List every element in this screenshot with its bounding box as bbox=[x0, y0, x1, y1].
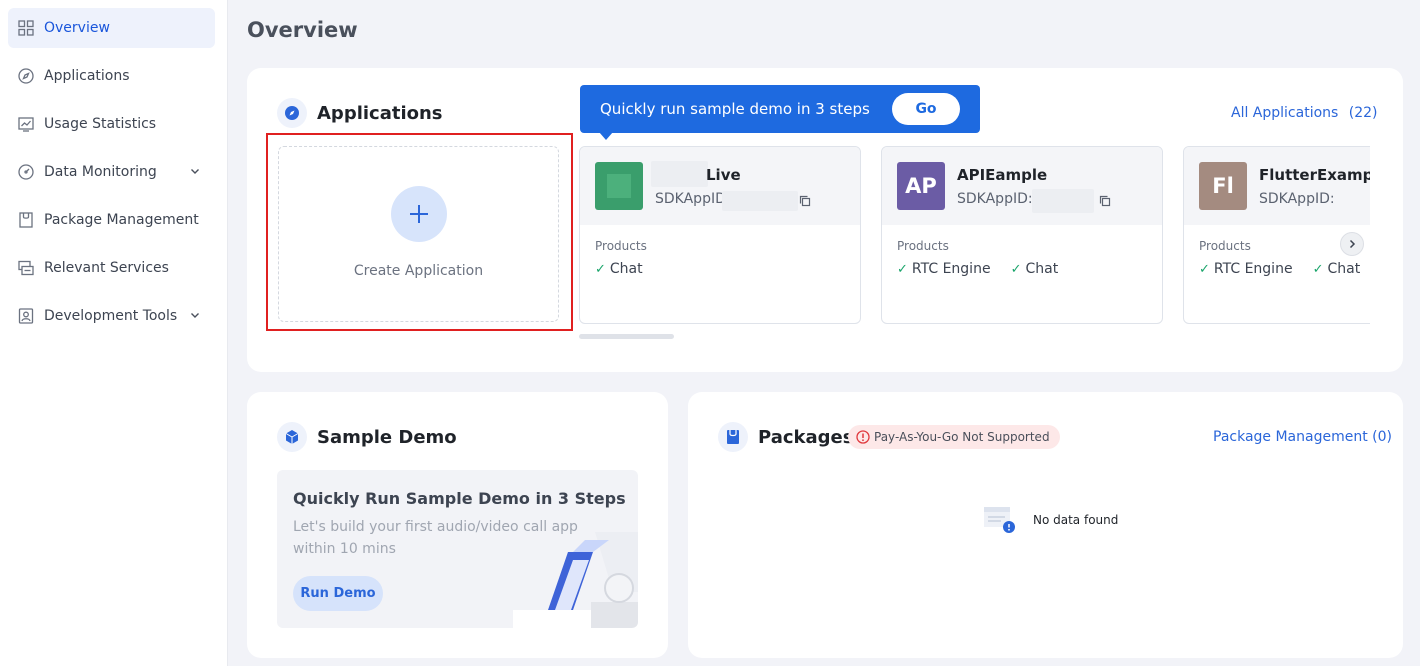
app-avatar bbox=[595, 162, 643, 210]
sample-demo-box: Quickly Run Sample Demo in 3 Steps Let's… bbox=[277, 470, 638, 628]
product-name: Chat bbox=[1327, 261, 1361, 277]
horizontal-scrollbar[interactable] bbox=[579, 334, 674, 339]
all-applications-link[interactable]: All Applications (22) bbox=[1231, 105, 1378, 121]
tooltip-arrow bbox=[599, 132, 613, 140]
packages-title: Packages bbox=[758, 426, 854, 448]
compass-icon bbox=[277, 98, 307, 128]
sidebar-item-label: Usage Statistics bbox=[44, 116, 157, 132]
application-card[interactable]: AP APIEample SDKAppID: Products ✓ RTC Eng… bbox=[881, 146, 1163, 324]
plus-icon bbox=[391, 186, 447, 242]
product-item: ✓ RTC Engine bbox=[897, 261, 991, 277]
sidebar-item-label: Relevant Services bbox=[44, 260, 169, 276]
run-demo-button[interactable]: Run Demo bbox=[293, 576, 383, 611]
app-name: APIEample bbox=[957, 166, 1048, 184]
empty-state-text: No data found bbox=[1033, 513, 1119, 527]
redacted-name bbox=[651, 161, 708, 187]
redacted-app-id bbox=[722, 191, 798, 211]
gauge-icon bbox=[17, 163, 35, 181]
app-id-label: SDKAppID bbox=[655, 191, 726, 207]
applications-header: Applications bbox=[277, 98, 443, 128]
app-id-label: SDKAppID: bbox=[957, 191, 1033, 207]
product-list: ✓ RTC Engine ✓ Chat bbox=[1199, 261, 1360, 277]
product-item: ✓ Chat bbox=[1011, 261, 1059, 277]
sidebar-item-applications[interactable]: Applications bbox=[8, 56, 215, 96]
product-name: RTC Engine bbox=[1213, 261, 1293, 277]
application-card[interactable]: Fl FlutterExample SDKAppID: Products ✓RT… bbox=[1183, 146, 1370, 324]
empty-state: No data found bbox=[983, 505, 1118, 535]
chevron-down-icon[interactable] bbox=[189, 309, 201, 321]
all-applications-label: All Applications bbox=[1231, 105, 1339, 121]
applications-title: Applications bbox=[317, 102, 443, 124]
all-applications-count: (22) bbox=[1348, 105, 1378, 121]
sample-demo-header: Sample Demo bbox=[277, 422, 457, 452]
services-icon bbox=[17, 259, 35, 277]
compass-icon bbox=[17, 67, 35, 85]
chevron-right-icon bbox=[1349, 239, 1356, 249]
sidebar-item-usage-statistics[interactable]: Usage Statistics bbox=[8, 104, 215, 144]
sidebar-item-data-monitoring[interactable]: Data Monitoring bbox=[8, 152, 215, 192]
cube-icon bbox=[277, 422, 307, 452]
check-icon: ✓ bbox=[1199, 261, 1210, 277]
products-label: Products bbox=[595, 239, 647, 253]
chevron-down-icon[interactable] bbox=[189, 165, 201, 177]
chart-icon bbox=[17, 115, 35, 133]
product-name: Chat bbox=[609, 261, 643, 277]
sidebar-item-development-tools[interactable]: Development Tools bbox=[8, 296, 215, 336]
packages-header: Packages bbox=[718, 422, 853, 452]
alert-icon bbox=[856, 430, 870, 444]
empty-data-icon bbox=[984, 507, 1015, 533]
sample-demo-title: Sample Demo bbox=[317, 426, 457, 448]
go-button[interactable]: Go bbox=[892, 93, 960, 125]
check-icon: ✓ bbox=[897, 261, 908, 277]
package-icon bbox=[17, 211, 35, 229]
product-item: ✓ RTC Engine bbox=[1199, 261, 1293, 277]
application-card[interactable]: Live SDKAppID Products ✓ Chat bbox=[579, 146, 861, 324]
status-badge: Pay-As-You-Go Not Supported bbox=[848, 425, 1060, 449]
sidebar-item-overview[interactable]: Overview bbox=[8, 8, 215, 48]
app-avatar: Fl bbox=[1199, 162, 1247, 210]
app-avatar: AP bbox=[897, 162, 945, 210]
scroll-right-button[interactable] bbox=[1340, 232, 1364, 256]
package-management-link[interactable]: Package Management (0) bbox=[1213, 429, 1392, 445]
sidebar-item-label: Applications bbox=[44, 68, 130, 84]
guide-tooltip: Quickly run sample demo in 3 steps Go bbox=[580, 85, 980, 140]
tools-icon bbox=[17, 307, 35, 325]
create-application-button[interactable]: Create Application bbox=[278, 146, 559, 322]
check-icon: ✓ bbox=[1312, 261, 1324, 277]
product-name: RTC Engine bbox=[911, 261, 991, 277]
redacted-app-id bbox=[1032, 189, 1094, 213]
app-name: Live bbox=[706, 166, 741, 184]
sidebar-item-label: Overview bbox=[44, 20, 110, 36]
tooltip-text: Quickly run sample demo in 3 steps bbox=[600, 100, 870, 118]
page-title: Overview bbox=[247, 18, 358, 42]
create-application-label: Create Application bbox=[353, 263, 484, 279]
product-name: Chat bbox=[1025, 261, 1059, 277]
check-icon: ✓ bbox=[595, 261, 606, 277]
badge-text: Pay-As-You-Go Not Supported bbox=[874, 430, 1050, 444]
sidebar-item-label: Data Monitoring bbox=[44, 164, 157, 180]
sample-demo-box-title: Quickly Run Sample Demo in 3 Steps bbox=[293, 489, 626, 508]
sidebar-item-label: Development Tools bbox=[44, 308, 178, 324]
sidebar-item-label: Package Management bbox=[44, 212, 199, 228]
product-list: ✓ Chat bbox=[595, 261, 643, 277]
sidebar: Overview Applications Usage Statistics D… bbox=[0, 0, 228, 666]
app-id-label: SDKAppID: bbox=[1259, 191, 1335, 207]
product-list: ✓ RTC Engine ✓ Chat bbox=[897, 261, 1058, 277]
copy-icon[interactable] bbox=[1099, 195, 1111, 207]
product-item: ✓ Chat bbox=[595, 261, 643, 277]
demo-illustration bbox=[513, 532, 638, 628]
products-label: Products bbox=[1199, 239, 1251, 253]
app-name: FlutterExample bbox=[1259, 166, 1370, 184]
copy-icon[interactable] bbox=[799, 195, 811, 207]
sidebar-item-relevant-services[interactable]: Relevant Services bbox=[8, 248, 215, 288]
check-icon: ✓ bbox=[1010, 261, 1022, 277]
product-item: ✓ Chat bbox=[1313, 261, 1361, 277]
package-icon bbox=[718, 422, 748, 452]
products-label: Products bbox=[897, 239, 949, 253]
app-avatar-image bbox=[607, 174, 631, 198]
application-list: Live SDKAppID Products ✓ Chat AP APIEampl… bbox=[579, 146, 1370, 326]
sidebar-item-package-management[interactable]: Package Management bbox=[8, 200, 215, 240]
grid-icon bbox=[17, 19, 35, 37]
